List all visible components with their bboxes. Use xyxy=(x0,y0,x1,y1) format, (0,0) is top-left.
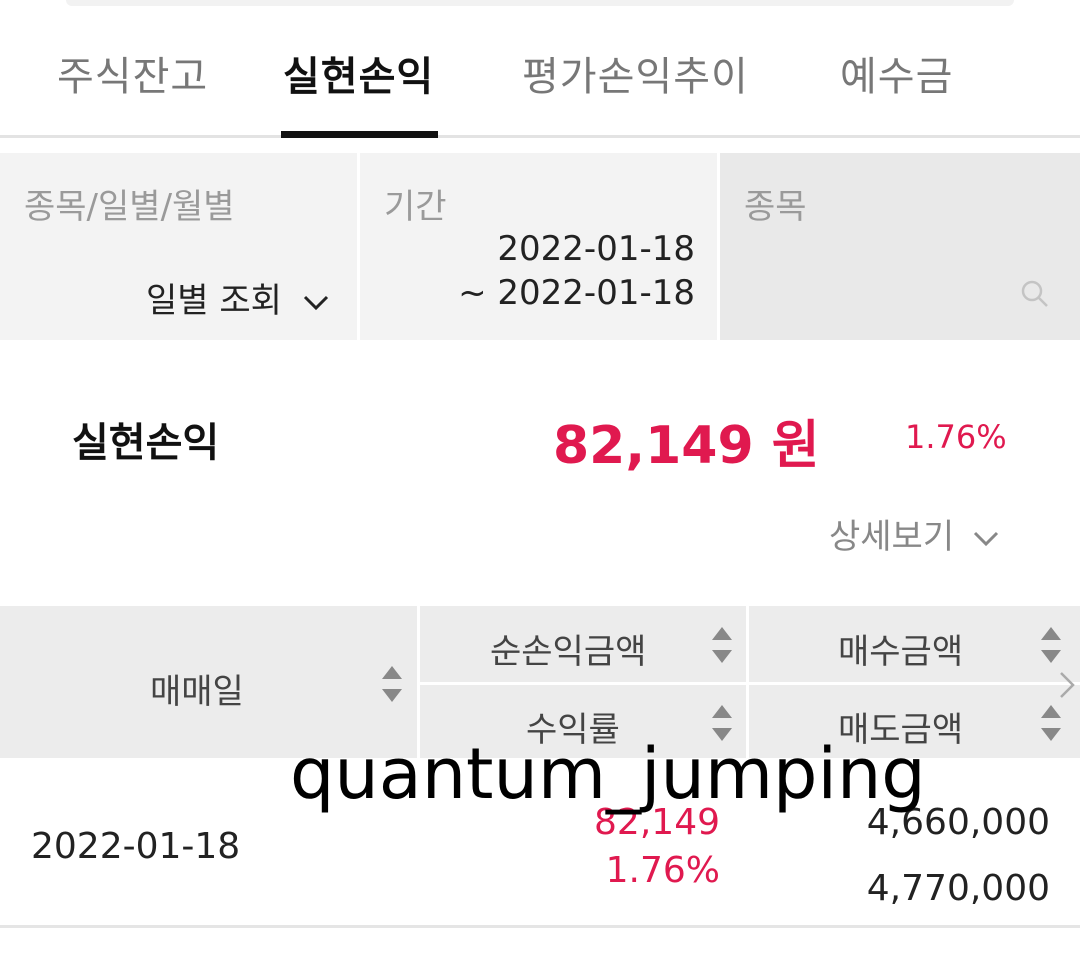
stock-label: 종목 xyxy=(744,187,807,227)
chevron-down-icon xyxy=(973,531,998,546)
sort-icon[interactable] xyxy=(712,627,732,663)
tab-deposit[interactable]: 예수금 xyxy=(840,44,953,102)
watermark-text: quantum_jumping xyxy=(290,733,926,815)
active-tab-indicator xyxy=(281,131,438,138)
row-trade-date: 2022-01-18 xyxy=(31,826,241,867)
header-divider xyxy=(420,682,1080,685)
period-end: ~ 2022-01-18 xyxy=(458,273,695,313)
view-type-label: 종목/일별/월별 xyxy=(24,187,235,227)
header-buy-amount[interactable]: 매수금액 xyxy=(838,624,963,673)
header-net-profit[interactable]: 순손익금액 xyxy=(490,624,646,673)
summary-label: 실현손익 xyxy=(72,420,220,466)
row-return-rate: 1.76% xyxy=(605,850,720,891)
period-label: 기간 xyxy=(384,187,447,227)
detail-toggle[interactable]: 상세보기 xyxy=(829,509,999,558)
period-start: 2022-01-18 xyxy=(497,229,695,269)
sort-icon[interactable] xyxy=(1041,705,1061,741)
tab-valuation-trend[interactable]: 평가손익추이 xyxy=(522,44,749,102)
summary-amount: 82,149 원 xyxy=(553,416,820,476)
summary-percent: 1.76% xyxy=(905,418,1007,456)
filter-row: 종목/일별/월별 일별 조회 기간 2022-01-18 ~ 2022-01-1… xyxy=(0,153,1080,340)
view-type-filter[interactable]: 종목/일별/월별 일별 조회 xyxy=(0,153,357,340)
header-trade-date[interactable]: 매매일 xyxy=(150,664,244,713)
chevron-down-icon xyxy=(303,295,328,310)
row-sell-amount: 4,770,000 xyxy=(866,868,1050,909)
period-filter[interactable]: 기간 2022-01-18 ~ 2022-01-18 xyxy=(360,153,717,340)
stock-search-field[interactable]: 종목 xyxy=(720,153,1080,340)
tab-stock-balance[interactable]: 주식잔고 xyxy=(57,44,208,102)
search-icon[interactable] xyxy=(1020,279,1050,309)
view-type-value[interactable]: 일별 조회 xyxy=(146,273,329,322)
sort-icon[interactable] xyxy=(1041,627,1061,663)
sort-icon[interactable] xyxy=(382,666,402,702)
tab-bar: 주식잔고 실현손익 평가손익추이 예수금 xyxy=(0,0,1080,138)
chevron-right-icon[interactable] xyxy=(1058,670,1076,700)
detail-label: 상세보기 xyxy=(829,517,955,557)
tab-realized-profit[interactable]: 실현손익 xyxy=(283,44,434,102)
view-type-selected: 일별 조회 xyxy=(146,281,282,321)
